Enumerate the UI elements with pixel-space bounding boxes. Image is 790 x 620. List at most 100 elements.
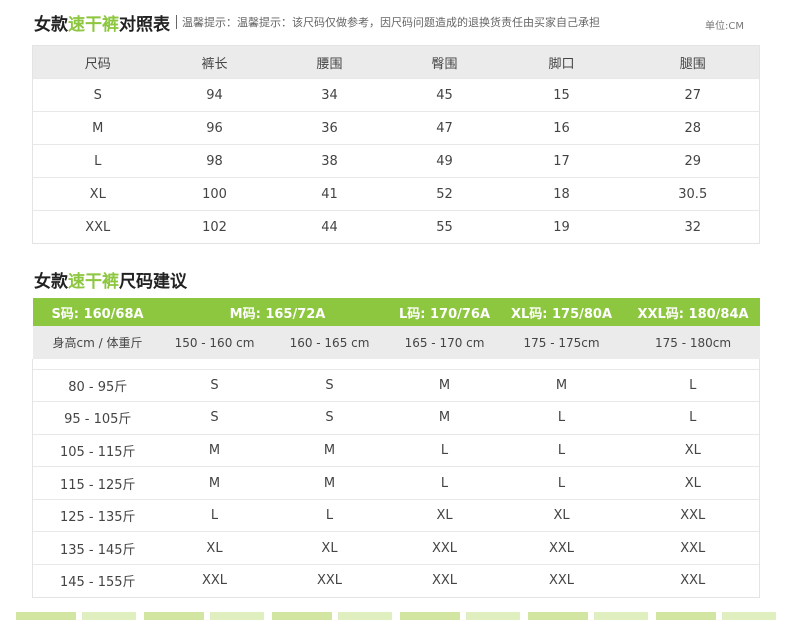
- weight-range: 105 - 115斤: [32, 433, 163, 467]
- table-cell: 41: [266, 177, 393, 211]
- table-cell: 38: [266, 144, 393, 178]
- table-cell: M: [266, 466, 393, 500]
- header-cell: 尺码: [32, 45, 163, 79]
- table-cell: S: [162, 368, 267, 402]
- table-cell: XL: [266, 531, 393, 565]
- header-cell: 脚口: [496, 45, 627, 79]
- table-cell: L: [32, 144, 163, 178]
- table-row: S 94 34 45 15 27: [32, 78, 760, 112]
- weight-range: 95 - 105斤: [32, 401, 163, 435]
- table-cell: 94: [162, 78, 267, 112]
- table-cell: S: [32, 78, 163, 112]
- table-cell: XL: [626, 433, 761, 467]
- table-cell: 47: [392, 111, 497, 145]
- table-cell: M: [162, 433, 267, 467]
- table-cell: XXL: [496, 531, 627, 565]
- table-cell: 28: [626, 111, 760, 145]
- recommendation-title: 女款 速干裤 尺码建议: [34, 266, 187, 292]
- unit-label: 单位:CM: [705, 21, 744, 32]
- title-separator: [176, 15, 177, 29]
- recommendation-title-part2: 尺码建议: [119, 271, 187, 292]
- height-range: 150 - 160 cm: [162, 326, 267, 359]
- table-cell: XXL: [162, 564, 267, 598]
- weight-range: 135 - 145斤: [32, 531, 163, 565]
- header-cell: 臀围: [392, 45, 497, 79]
- size-label: L码: 170/76A: [392, 298, 497, 326]
- table-cell: 96: [162, 111, 267, 145]
- table-cell: S: [162, 401, 267, 435]
- table-cell: S: [266, 401, 393, 435]
- table-cell: 34: [266, 78, 393, 112]
- weight-range: 145 - 155斤: [32, 564, 163, 598]
- table-cell: S: [266, 368, 393, 402]
- table-cell: L: [496, 433, 627, 467]
- table-cell: XXL: [32, 210, 163, 244]
- table-row: 105 - 115斤 M M L L XL: [32, 433, 761, 467]
- height-range-row: 身高cm / 体重斤 150 - 160 cm 160 - 165 cm 165…: [32, 326, 760, 359]
- table-row: 115 - 125斤 M M L L XL: [32, 466, 761, 500]
- table-cell: 45: [392, 78, 497, 112]
- table-cell: 55: [392, 210, 497, 244]
- table-cell: XXL: [266, 564, 393, 598]
- table-row: 145 - 155斤 XXL XXL XXL XXL XXL: [32, 564, 761, 598]
- table-cell: 102: [162, 210, 267, 244]
- size-chart-title-part2: 对照表: [119, 14, 170, 35]
- header-cell: 腰围: [266, 45, 393, 79]
- decorative-border: [16, 612, 776, 620]
- range-header: 身高cm / 体重斤: [32, 326, 163, 359]
- table-cell: 36: [266, 111, 393, 145]
- recommendation-title-part1: 女款: [34, 271, 68, 292]
- table-row: 135 - 145斤 XL XL XXL XXL XXL: [32, 531, 761, 565]
- table-cell: XXL: [626, 531, 761, 565]
- size-label: S码: 160/68A: [32, 298, 163, 326]
- size-chart-title-part1: 女款: [34, 14, 68, 35]
- size-chart-title-green: 速干裤: [68, 14, 119, 35]
- table-cell: L: [626, 401, 761, 435]
- table-cell: XL: [496, 498, 627, 532]
- table-cell: M: [162, 466, 267, 500]
- table-cell: 98: [162, 144, 267, 178]
- table-cell: 100: [162, 177, 267, 211]
- table-cell: L: [626, 368, 761, 402]
- header-cell: 裤长: [162, 45, 267, 79]
- table-cell: 30.5: [626, 177, 760, 211]
- height-range: 160 - 165 cm: [266, 326, 393, 359]
- table-cell: M: [32, 111, 163, 145]
- table-cell: M: [392, 368, 497, 402]
- table-cell: XXL: [392, 564, 497, 598]
- table-cell: 18: [496, 177, 627, 211]
- table-cell: XXL: [392, 531, 497, 565]
- table-cell: L: [496, 401, 627, 435]
- size-label: XXL码: 180/84A: [626, 298, 760, 326]
- table-cell: L: [496, 466, 627, 500]
- height-range: 175 - 175cm: [496, 326, 627, 359]
- table-cell: M: [266, 433, 393, 467]
- size-label: XL码: 175/80A: [496, 298, 627, 326]
- spacer-row: [31, 359, 761, 369]
- weight-range: 80 - 95斤: [32, 368, 163, 402]
- table-cell: L: [392, 433, 497, 467]
- table-cell: 32: [626, 210, 760, 244]
- table-cell: XXL: [626, 564, 761, 598]
- height-range: 175 - 180cm: [626, 326, 760, 359]
- height-range: 165 - 170 cm: [392, 326, 497, 359]
- table-cell: XL: [162, 531, 267, 565]
- table-cell: XL: [32, 177, 163, 211]
- table-cell: L: [266, 498, 393, 532]
- table-cell: L: [392, 466, 497, 500]
- recommendation-title-green: 速干裤: [68, 271, 119, 292]
- table-cell: L: [162, 498, 267, 532]
- table-row: 125 - 135斤 L L XL XL XXL: [32, 498, 761, 532]
- size-labels-row: S码: 160/68A M码: 165/72A L码: 170/76A XL码:…: [32, 298, 760, 326]
- spacer-cell: [31, 359, 761, 369]
- size-tip-text: 温馨提示：温馨提示：该尺码仅做参考，因尺码问题造成的退换货责任由买家自己承担: [182, 16, 600, 29]
- table-row: XL 100 41 52 18 30.5: [32, 177, 760, 211]
- table-row: L 98 38 49 17 29: [32, 144, 760, 178]
- size-chart-title: 女款 速干裤 对照表 温馨提示：温馨提示：该尺码仅做参考，因尺码问题造成的退换货责任…: [34, 9, 600, 35]
- size-recommendation-table: S码: 160/68A M码: 165/72A L码: 170/76A XL码:…: [31, 298, 761, 598]
- table-cell: 19: [496, 210, 627, 244]
- table-cell: 52: [392, 177, 497, 211]
- table-cell: XXL: [626, 498, 761, 532]
- table-cell: 29: [626, 144, 760, 178]
- table-cell: M: [392, 401, 497, 435]
